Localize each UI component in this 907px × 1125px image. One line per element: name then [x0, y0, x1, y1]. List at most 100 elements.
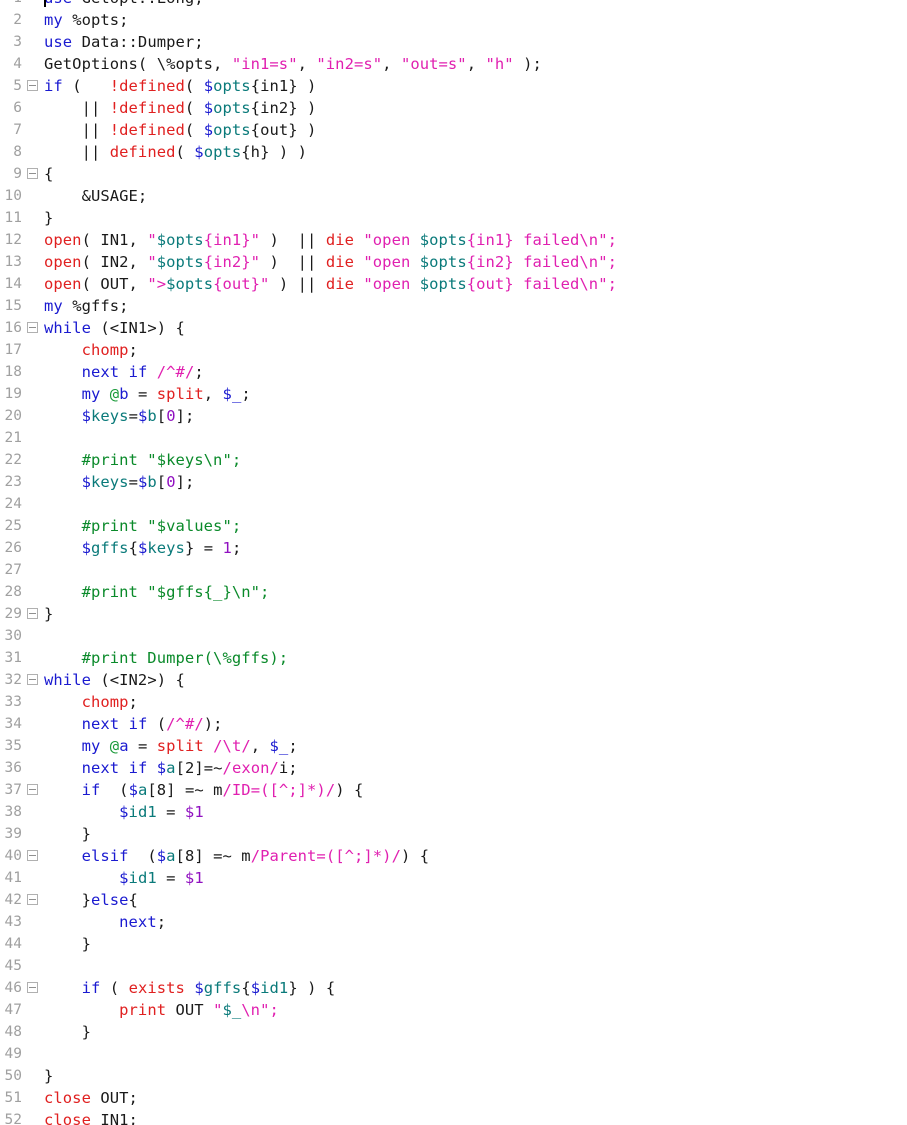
- collapse-minus-icon[interactable]: [27, 784, 38, 795]
- code-line[interactable]: 23 $keys=$b[0];: [0, 471, 907, 493]
- code-line-content[interactable]: if ( exists $gffs{$id1} ) {: [44, 977, 907, 999]
- code-line-content[interactable]: [44, 955, 907, 977]
- code-line-content[interactable]: my %gffs;: [44, 295, 907, 317]
- code-line[interactable]: 39 }: [0, 823, 907, 845]
- code-line[interactable]: 18 next if /^#/;: [0, 361, 907, 383]
- code-line-content[interactable]: #print "$keys\n";: [44, 449, 907, 471]
- code-line-content[interactable]: my @b = split, $_;: [44, 383, 907, 405]
- code-line[interactable]: 29}: [0, 603, 907, 625]
- code-line-content[interactable]: #print "$gffs{_}\n";: [44, 581, 907, 603]
- code-line[interactable]: 31 #print Dumper(\%gffs);: [0, 647, 907, 669]
- collapse-minus-icon[interactable]: [27, 608, 38, 619]
- code-line[interactable]: 20 $keys=$b[0];: [0, 405, 907, 427]
- code-line[interactable]: 4 GetOptions( \%opts, "in1=s", "in2=s", "…: [0, 53, 907, 75]
- code-line[interactable]: 38 $id1 = $1: [0, 801, 907, 823]
- code-line[interactable]: 36 next if $a[2]=~/exon/i;: [0, 757, 907, 779]
- code-line-content[interactable]: if ( !defined( $opts{in1} ): [44, 75, 907, 97]
- code-line[interactable]: 40 elsif ($a[8] =~ m/Parent=([^;]*)/) {: [0, 845, 907, 867]
- code-line[interactable]: 3 use Data::Dumper;: [0, 31, 907, 53]
- code-line-content[interactable]: chomp;: [44, 339, 907, 361]
- code-line-content[interactable]: open( OUT, ">$opts{out}" ) || die "open …: [44, 273, 907, 295]
- code-line-content[interactable]: print OUT "$_\n";: [44, 999, 907, 1021]
- code-line-content[interactable]: next if $a[2]=~/exon/i;: [44, 757, 907, 779]
- code-line-content[interactable]: open( IN2, "$opts{in2}" ) || die "open $…: [44, 251, 907, 273]
- code-line[interactable]: 22 #print "$keys\n";: [0, 449, 907, 471]
- code-line-content[interactable]: || !defined( $opts{out} ): [44, 119, 907, 141]
- code-line[interactable]: 2 my %opts;: [0, 9, 907, 31]
- code-line-content[interactable]: #print Dumper(\%gffs);: [44, 647, 907, 669]
- collapse-minus-icon[interactable]: [27, 322, 38, 333]
- code-editor[interactable]: 1use Getopt::Long;2my %opts;3use Data::D…: [0, 0, 907, 1125]
- code-line-content[interactable]: }: [44, 1065, 907, 1087]
- code-line[interactable]: 46 if ( exists $gffs{$id1} ) {: [0, 977, 907, 999]
- code-line-content[interactable]: $gffs{$keys} = 1;: [44, 537, 907, 559]
- code-line-content[interactable]: [44, 1043, 907, 1065]
- code-line-content[interactable]: $id1 = $1: [44, 801, 907, 823]
- code-line-content[interactable]: }: [44, 207, 907, 229]
- code-line[interactable]: 44 }: [0, 933, 907, 955]
- code-line[interactable]: 19 my @b = split, $_;: [0, 383, 907, 405]
- code-line-content[interactable]: $id1 = $1: [44, 867, 907, 889]
- code-line[interactable]: 49: [0, 1043, 907, 1065]
- code-line-content[interactable]: $keys=$b[0];: [44, 471, 907, 493]
- code-line-content[interactable]: }: [44, 603, 907, 625]
- code-line-content[interactable]: GetOptions( \%opts, "in1=s", "in2=s", "o…: [44, 53, 907, 75]
- code-line[interactable]: 21: [0, 427, 907, 449]
- code-line-content[interactable]: elsif ($a[8] =~ m/Parent=([^;]*)/) {: [44, 845, 907, 867]
- code-line-content[interactable]: }else{: [44, 889, 907, 911]
- code-line-content[interactable]: next;: [44, 911, 907, 933]
- code-line[interactable]: 10 &USAGE;: [0, 185, 907, 207]
- code-line-content[interactable]: use Data::Dumper;: [44, 31, 907, 53]
- code-line[interactable]: 52 close IN1;: [0, 1109, 907, 1125]
- code-line[interactable]: 16 while (<IN1>) {: [0, 317, 907, 339]
- code-line[interactable]: 17 chomp;: [0, 339, 907, 361]
- code-line-content[interactable]: }: [44, 1021, 907, 1043]
- code-line-content[interactable]: }: [44, 823, 907, 845]
- code-line-content[interactable]: while (<IN2>) {: [44, 669, 907, 691]
- code-line[interactable]: 45: [0, 955, 907, 977]
- code-line[interactable]: 50}: [0, 1065, 907, 1087]
- collapse-minus-icon[interactable]: [27, 894, 38, 905]
- code-line[interactable]: 28 #print "$gffs{_}\n";: [0, 581, 907, 603]
- code-line[interactable]: 47 print OUT "$_\n";: [0, 999, 907, 1021]
- code-line[interactable]: 25 #print "$values";: [0, 515, 907, 537]
- code-line[interactable]: 26 $gffs{$keys} = 1;: [0, 537, 907, 559]
- code-line-content[interactable]: || defined( $opts{h} ) ): [44, 141, 907, 163]
- code-line[interactable]: 35 my @a = split /\t/, $_;: [0, 735, 907, 757]
- code-line-content[interactable]: my @a = split /\t/, $_;: [44, 735, 907, 757]
- code-line[interactable]: 51 close OUT;: [0, 1087, 907, 1109]
- code-line-content[interactable]: while (<IN1>) {: [44, 317, 907, 339]
- collapse-minus-icon[interactable]: [27, 982, 38, 993]
- code-line[interactable]: 24: [0, 493, 907, 515]
- collapse-minus-icon[interactable]: [27, 674, 38, 685]
- code-line[interactable]: 30: [0, 625, 907, 647]
- code-line-content[interactable]: [44, 625, 907, 647]
- code-line[interactable]: 12 open( IN1, "$opts{in1}" ) || die "open…: [0, 229, 907, 251]
- code-line[interactable]: 32 while (<IN2>) {: [0, 669, 907, 691]
- code-line[interactable]: 5 if ( !defined( $opts{in1} ): [0, 75, 907, 97]
- code-line-content[interactable]: || !defined( $opts{in2} ): [44, 97, 907, 119]
- code-line[interactable]: 27: [0, 559, 907, 581]
- code-line[interactable]: 8 || defined( $opts{h} ) ): [0, 141, 907, 163]
- code-line-content[interactable]: if ($a[8] =~ m/ID=([^;]*)/) {: [44, 779, 907, 801]
- code-line[interactable]: 9{: [0, 163, 907, 185]
- code-line[interactable]: 13 open( IN2, "$opts{in2}" ) || die "open…: [0, 251, 907, 273]
- code-line[interactable]: 15 my %gffs;: [0, 295, 907, 317]
- code-line[interactable]: 34 next if (/^#/);: [0, 713, 907, 735]
- code-line[interactable]: 14 open( OUT, ">$opts{out}" ) || die "ope…: [0, 273, 907, 295]
- code-line[interactable]: 7 || !defined( $opts{out} ): [0, 119, 907, 141]
- code-line-content[interactable]: my %opts;: [44, 9, 907, 31]
- collapse-minus-icon[interactable]: [27, 80, 38, 91]
- code-line-content[interactable]: next if (/^#/);: [44, 713, 907, 735]
- code-line-content[interactable]: #print "$values";: [44, 515, 907, 537]
- collapse-minus-icon[interactable]: [27, 850, 38, 861]
- code-line-content[interactable]: [44, 559, 907, 581]
- code-line[interactable]: 37 if ($a[8] =~ m/ID=([^;]*)/) {: [0, 779, 907, 801]
- code-line[interactable]: 6 || !defined( $opts{in2} ): [0, 97, 907, 119]
- code-line-content[interactable]: [44, 493, 907, 515]
- code-line[interactable]: 11}: [0, 207, 907, 229]
- code-line-content[interactable]: $keys=$b[0];: [44, 405, 907, 427]
- code-line-content[interactable]: next if /^#/;: [44, 361, 907, 383]
- code-line-content[interactable]: use Getopt::Long;: [44, 0, 907, 9]
- code-line-content[interactable]: open( IN1, "$opts{in1}" ) || die "open $…: [44, 229, 907, 251]
